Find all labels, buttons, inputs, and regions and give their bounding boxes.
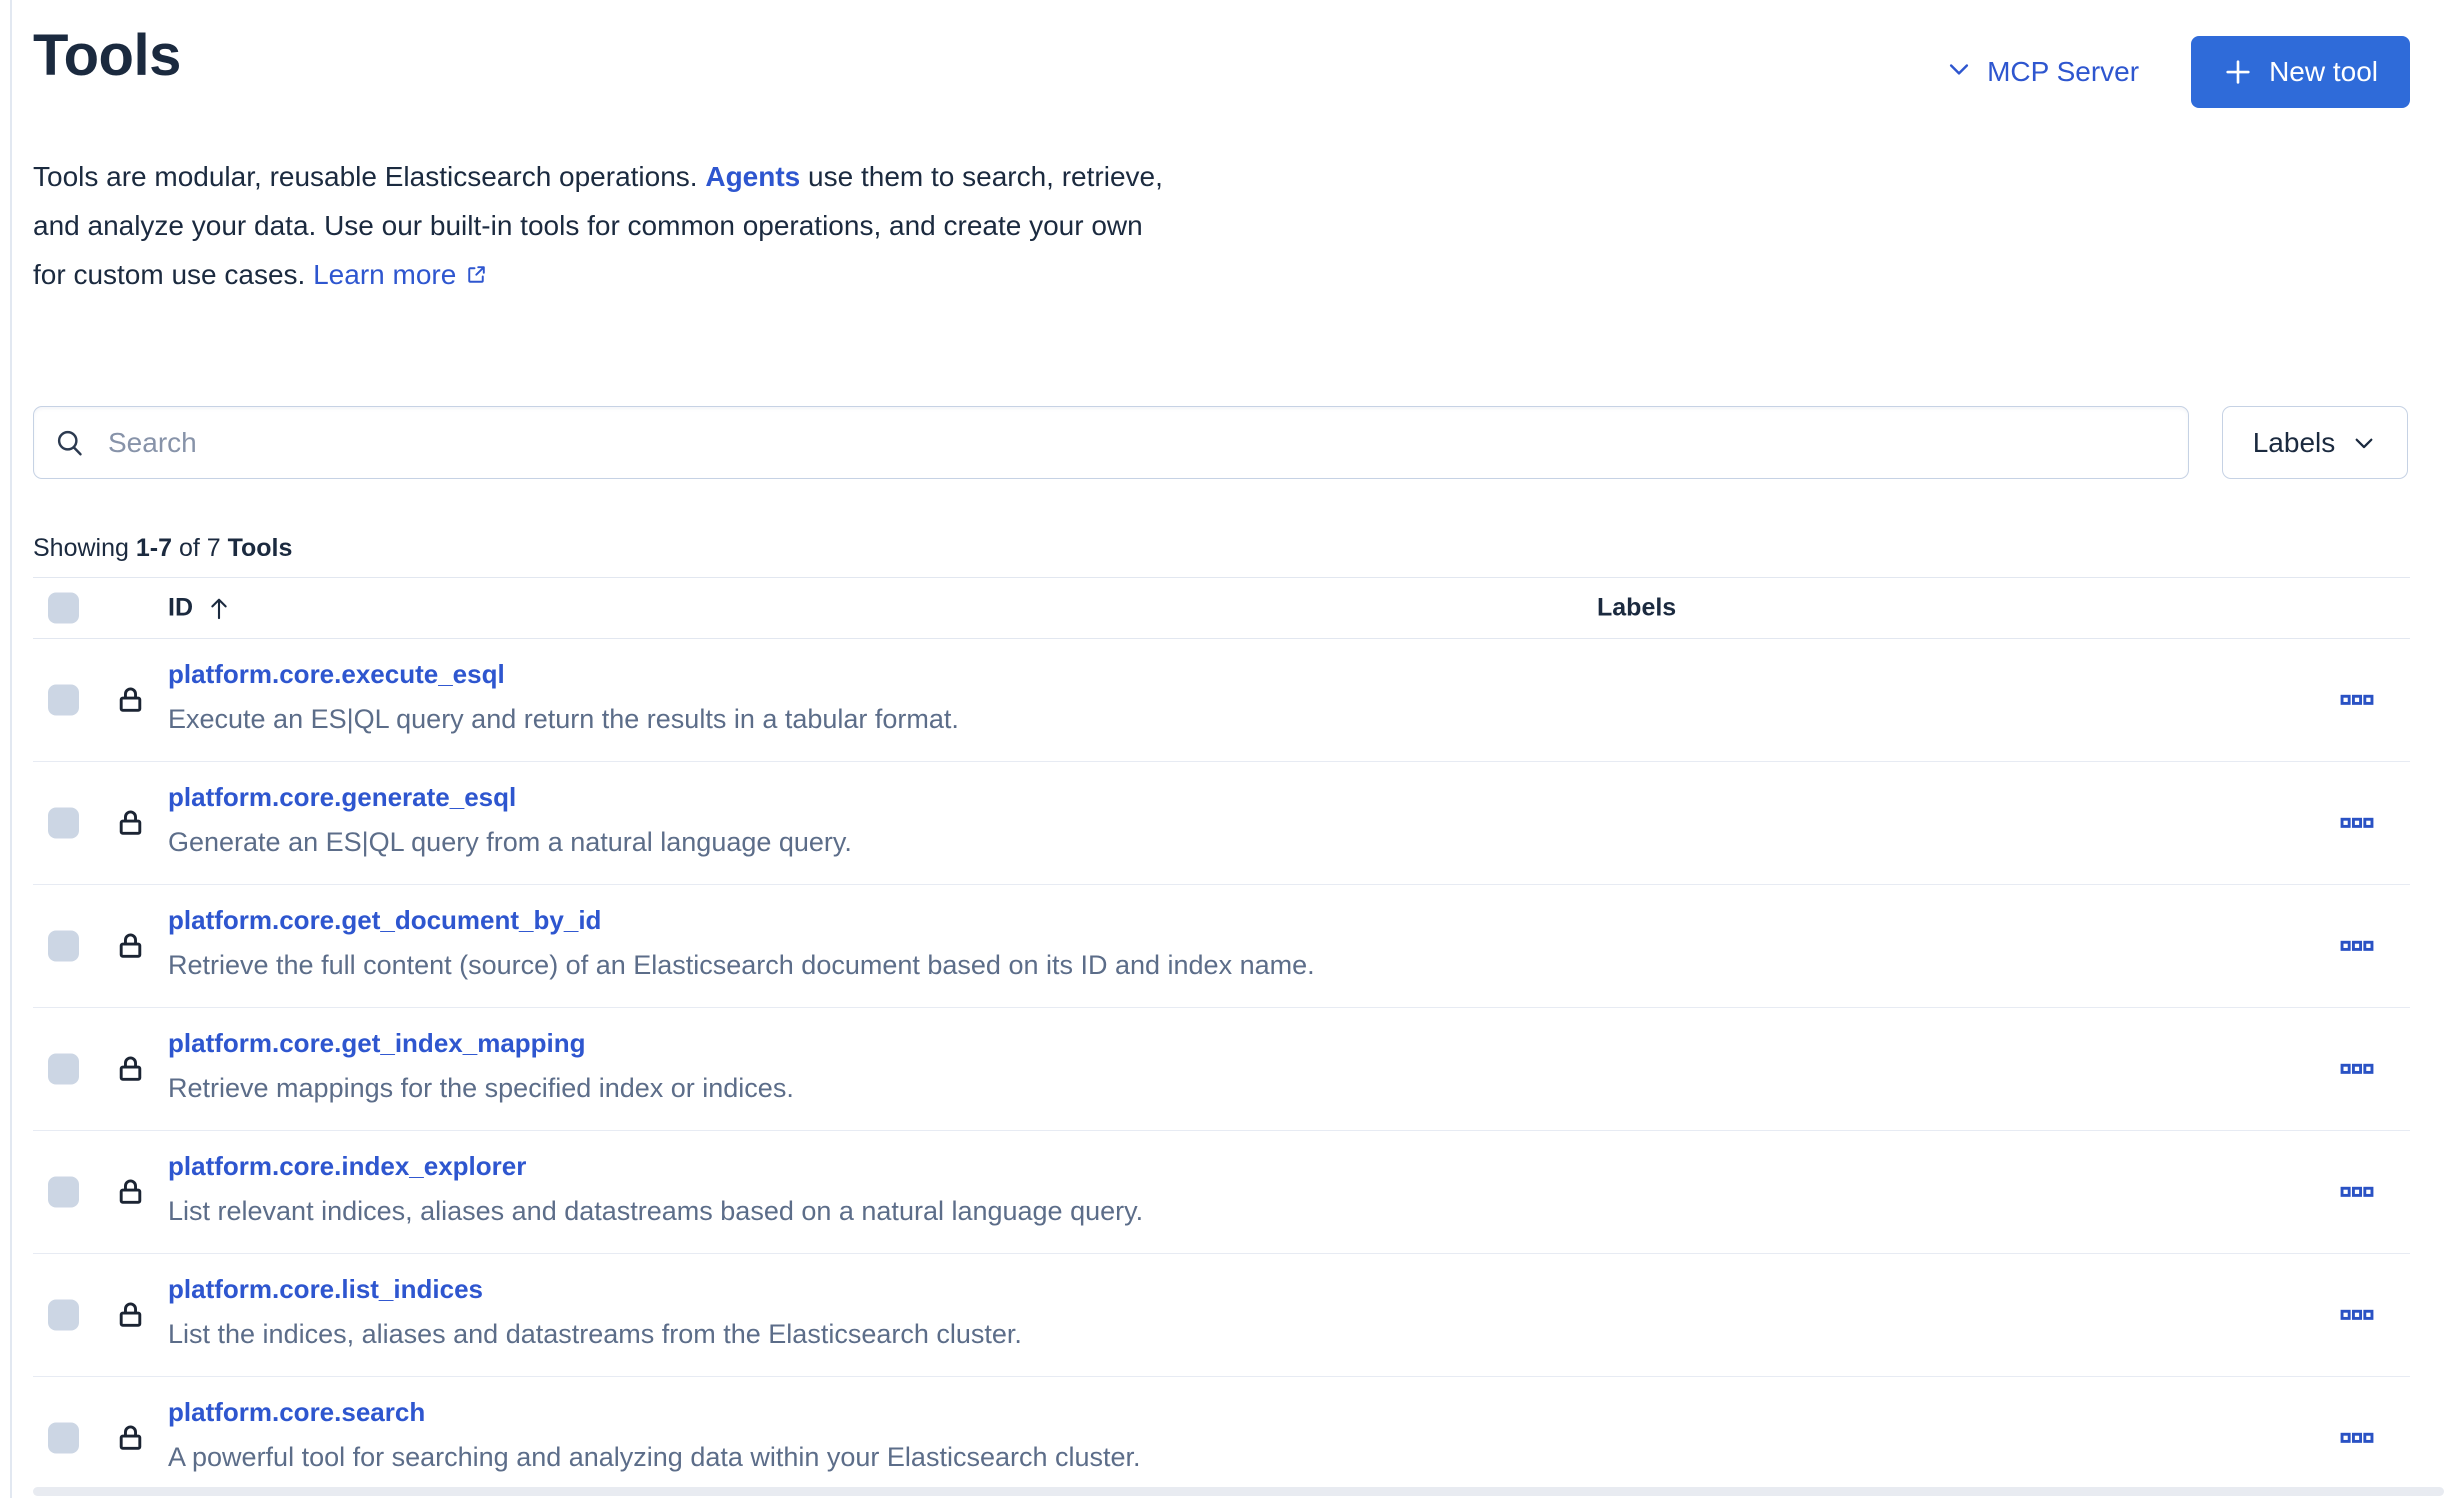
lock-icon (115, 808, 146, 839)
table-row: platform.core.search A powerful tool for… (33, 1377, 2410, 1498)
select-all-checkbox (48, 593, 79, 624)
intro-text: use them to search, retrieve, (800, 161, 1163, 192)
lock-icon (115, 1177, 146, 1208)
select-row-checkbox (48, 1300, 79, 1331)
tool-id-link[interactable]: platform.core.execute_esql (168, 658, 505, 690)
row-actions-button[interactable] (2334, 1292, 2380, 1338)
tool-description: Retrieve mappings for the specified inde… (168, 1072, 2290, 1104)
intro-text: Tools are modular, reusable Elasticsearc… (33, 161, 705, 192)
lock-icon (115, 1054, 146, 1085)
table-toolbar: Labels (33, 406, 2408, 479)
column-header-labels: Labels (1597, 594, 1676, 623)
chevron-down-icon (1945, 55, 1973, 90)
plus-icon (2223, 57, 2253, 87)
search-input[interactable] (33, 406, 2189, 479)
agents-link[interactable]: Agents (705, 161, 800, 192)
tool-description: Retrieve the full content (source) of an… (168, 949, 2290, 981)
table-row: platform.core.execute_esql Execute an ES… (33, 639, 2410, 762)
intro-text: and analyze your data. Use our built-in … (33, 210, 1143, 241)
tool-description: List relevant indices, aliases and datas… (168, 1195, 2290, 1227)
tool-id-link[interactable]: platform.core.index_explorer (168, 1150, 526, 1182)
column-header-id[interactable]: ID (168, 594, 233, 623)
tool-id-link[interactable]: platform.core.search (168, 1396, 425, 1428)
row-actions-button[interactable] (2334, 677, 2380, 723)
page-title: Tools (33, 22, 181, 89)
table-header-row: ID Labels (33, 577, 2410, 639)
row-actions-button[interactable] (2334, 923, 2380, 969)
select-row-checkbox (48, 1177, 79, 1208)
lock-icon (115, 1300, 146, 1331)
search-icon (55, 428, 85, 458)
lock-icon (115, 685, 146, 716)
row-actions-button[interactable] (2334, 800, 2380, 846)
row-actions-button[interactable] (2334, 1415, 2380, 1461)
table-row: platform.core.index_explorer List releva… (33, 1131, 2410, 1254)
select-row-checkbox (48, 808, 79, 839)
tool-description: A powerful tool for searching and analyz… (168, 1441, 2290, 1473)
horizontal-scrollbar[interactable] (33, 1487, 2444, 1496)
id-header-label: ID (168, 594, 193, 623)
new-tool-label: New tool (2269, 56, 2378, 88)
tool-id-link[interactable]: platform.core.generate_esql (168, 781, 516, 813)
header-actions: MCP Server New tool (1945, 36, 2410, 108)
tool-description: List the indices, aliases and datastream… (168, 1318, 2290, 1350)
labels-filter-label: Labels (2253, 427, 2336, 459)
tools-table: ID Labels platform.core.execute_esql Exe… (33, 577, 2410, 1498)
panel-left-border (10, 0, 12, 1498)
tool-id-link[interactable]: platform.core.list_indices (168, 1273, 483, 1305)
labels-filter-button[interactable]: Labels (2222, 406, 2408, 479)
results-summary: Showing 1-7 of 7 Tools (33, 534, 292, 563)
table-row: platform.core.get_document_by_id Retriev… (33, 885, 2410, 1008)
tool-description: Execute an ES|QL query and return the re… (168, 703, 2290, 735)
lock-icon (115, 931, 146, 962)
sort-ascending-arrow-icon (205, 594, 233, 622)
learn-more-link[interactable]: Learn more (313, 259, 456, 290)
row-actions-button[interactable] (2334, 1169, 2380, 1215)
intro-text: for custom use cases. (33, 259, 313, 290)
tool-id-link[interactable]: platform.core.get_document_by_id (168, 904, 601, 936)
select-row-checkbox (48, 931, 79, 962)
select-row-checkbox (48, 685, 79, 716)
summary-text: of 7 (172, 534, 228, 562)
mcp-server-label: MCP Server (1987, 56, 2139, 88)
chevron-down-icon (2351, 430, 2377, 456)
table-row: platform.core.list_indices List the indi… (33, 1254, 2410, 1377)
tool-id-link[interactable]: platform.core.get_index_mapping (168, 1027, 586, 1059)
select-row-checkbox (48, 1423, 79, 1454)
summary-text: Showing (33, 534, 136, 562)
external-link-icon (464, 253, 488, 302)
row-actions-button[interactable] (2334, 1046, 2380, 1092)
page-description: Tools are modular, reusable Elasticsearc… (33, 152, 1163, 302)
new-tool-button[interactable]: New tool (2191, 36, 2410, 108)
summary-range: 1-7 (136, 534, 172, 562)
table-row: platform.core.get_index_mapping Retrieve… (33, 1008, 2410, 1131)
lock-icon (115, 1423, 146, 1454)
select-row-checkbox (48, 1054, 79, 1085)
tool-description: Generate an ES|QL query from a natural l… (168, 826, 2290, 858)
mcp-server-button[interactable]: MCP Server (1945, 55, 2139, 90)
table-body: platform.core.execute_esql Execute an ES… (33, 639, 2410, 1498)
summary-entity: Tools (228, 534, 293, 562)
table-row: platform.core.generate_esql Generate an … (33, 762, 2410, 885)
